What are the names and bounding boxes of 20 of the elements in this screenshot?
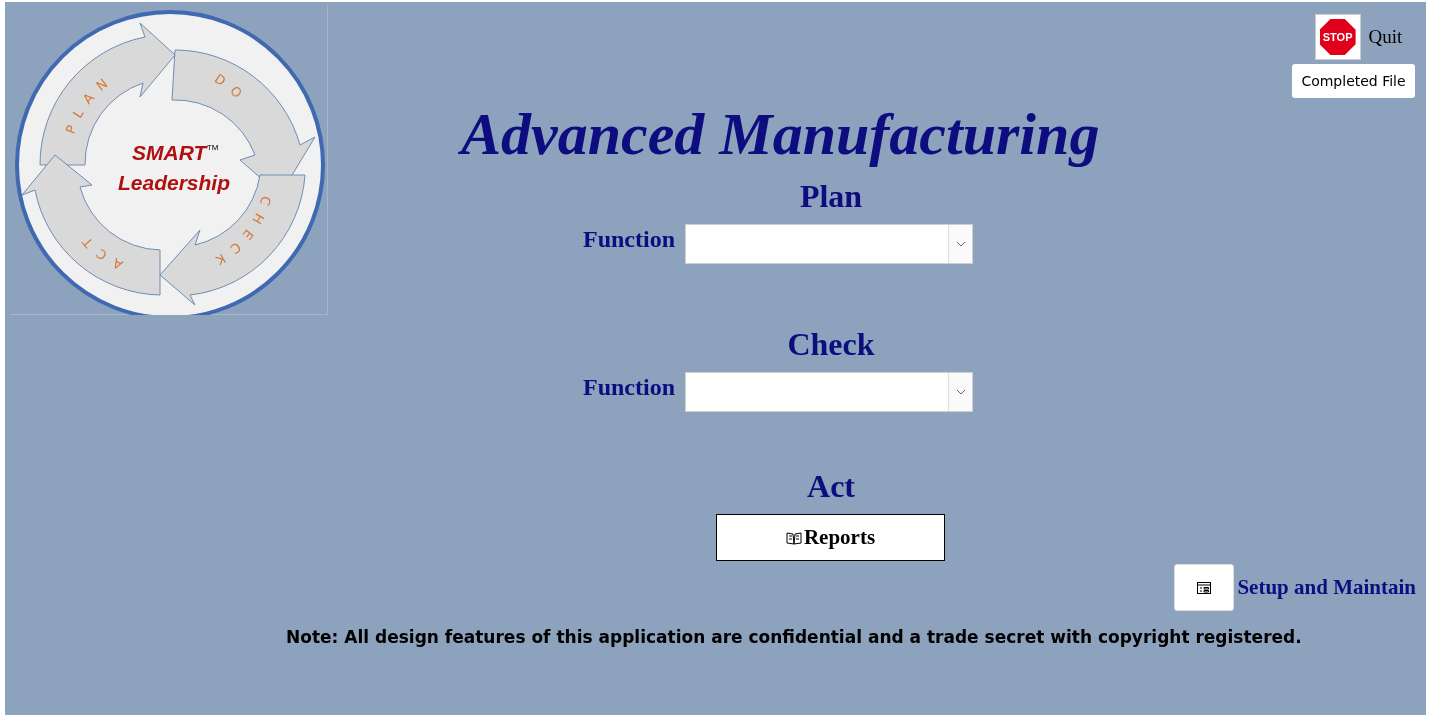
reports-button[interactable]: Reports: [716, 514, 945, 561]
quit-label: Quit: [1368, 24, 1403, 49]
chevron-icon: [955, 241, 966, 247]
logo-brand: SMART$^{™}$: [132, 141, 220, 164]
book-icon: [785, 530, 802, 545]
chevron-icon: [955, 389, 966, 395]
function-dropdown[interactable]: [685, 372, 973, 412]
logo-tagline: Leadership: [118, 171, 231, 194]
section-heading: Check: [786, 328, 876, 360]
form-icon: [1197, 581, 1212, 594]
setup-button[interactable]: [1174, 564, 1235, 611]
completed-file-button[interactable]: Completed File: [1292, 64, 1415, 98]
setup-link[interactable]: Setup and Maintain: [1237, 571, 1416, 604]
function-label: Function: [583, 225, 675, 254]
function-dropdown[interactable]: [685, 224, 973, 264]
section-heading: Plan: [798, 180, 864, 212]
section-heading: Act: [806, 470, 856, 502]
confidentiality-note: Note: All design features of this application are confidential and a trade secret with copyright registered.: [286, 626, 1303, 649]
stage-label: DO: [211, 70, 252, 108]
function-label: Function: [583, 373, 675, 402]
